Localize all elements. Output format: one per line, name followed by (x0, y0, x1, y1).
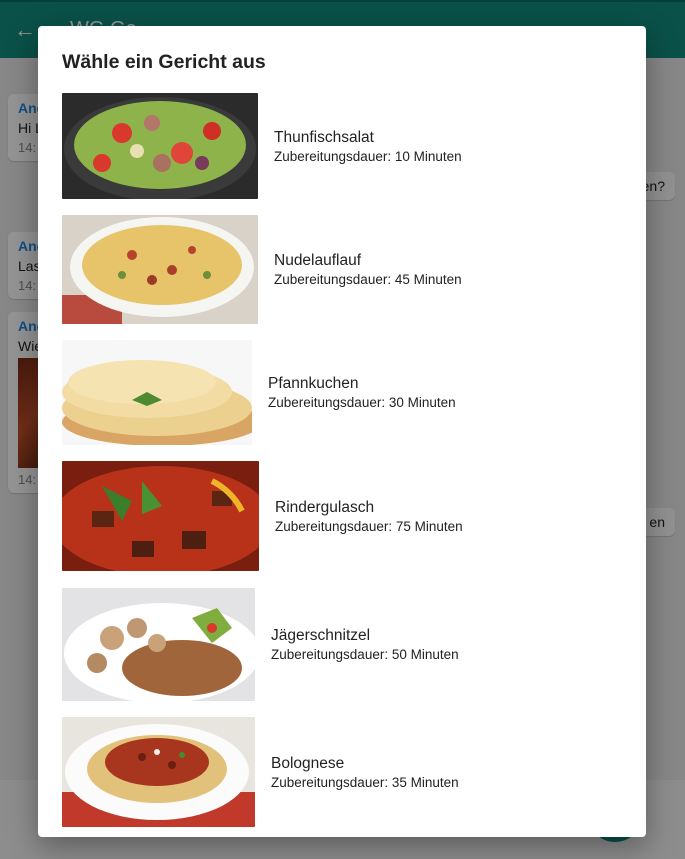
dish-duration: Zubereitungsdauer: 35 Minuten (271, 774, 459, 790)
dish-text: Thunfischsalat Zubereitungsdauer: 10 Min… (274, 129, 462, 164)
dish-text: Nudelauflauf Zubereitungsdauer: 45 Minut… (274, 252, 462, 287)
dish-image (62, 717, 255, 827)
dish-name: Thunfischsalat (274, 128, 374, 146)
dish-name: Rindergulasch (275, 498, 375, 516)
dish-item-thunfischsalat[interactable]: Thunfischsalat Zubereitungsdauer: 10 Min… (62, 93, 462, 199)
dish-name: Bolognese (271, 754, 345, 772)
dish-name: Nudelauflauf (274, 252, 362, 269)
dish-item-rindergulasch[interactable]: Rindergulasch Zubereitungsdauer: 75 Minu… (62, 461, 463, 571)
dish-name: Pfannkuchen (268, 375, 359, 392)
dish-image (62, 588, 255, 701)
dish-item-pfannkuchen[interactable]: Pfannkuchen Zubereitungsdauer: 30 Minute… (62, 340, 456, 445)
dialog-title: Wähle ein Gericht aus (62, 51, 266, 73)
dish-name: Jägerschnitzel (271, 627, 371, 644)
dish-duration: Zubereitungsdauer: 50 Minuten (271, 647, 459, 662)
dish-image (62, 461, 259, 571)
dish-duration: Zubereitungsdauer: 30 Minuten (268, 395, 456, 410)
dish-text: Rindergulasch Zubereitungsdauer: 75 Minu… (275, 499, 463, 534)
dish-text: Bolognese Zubereitungsdauer: 35 Minuten (271, 755, 459, 790)
dish-text: Jägerschnitzel Zubereitungsdauer: 50 Min… (271, 627, 459, 662)
dish-duration: Zubereitungsdauer: 45 Minuten (274, 272, 462, 287)
dish-text: Pfannkuchen Zubereitungsdauer: 30 Minute… (268, 375, 456, 410)
dish-picker-dialog: Wähle ein Gericht aus Thunfischsalat Zub… (38, 26, 646, 837)
dish-item-bolognese[interactable]: Bolognese Zubereitungsdauer: 35 Minuten (62, 717, 459, 827)
dish-image (62, 93, 258, 199)
dish-duration: Zubereitungsdauer: 75 Minuten (275, 518, 463, 534)
dish-image (62, 215, 258, 324)
dish-item-jaegerschnitzel[interactable]: Jägerschnitzel Zubereitungsdauer: 50 Min… (62, 588, 459, 701)
dish-duration: Zubereitungsdauer: 10 Minuten (274, 148, 462, 164)
dish-item-nudelauflauf[interactable]: Nudelauflauf Zubereitungsdauer: 45 Minut… (62, 215, 462, 324)
dish-image (62, 340, 252, 445)
